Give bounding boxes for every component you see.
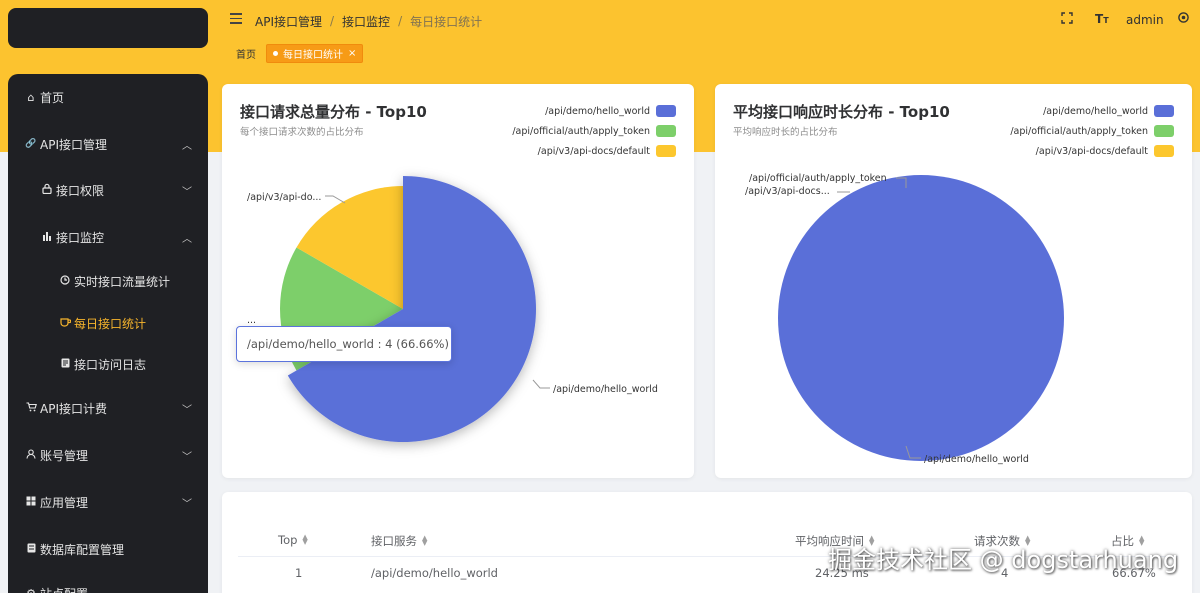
sidebar: ⌂ 首页 🔗 API接口管理 ︿ 接口权限 ﹀ 接口监控 ︿ 实时接口流量统计 … <box>8 74 208 593</box>
sidebar-item-label: 数据库配置管理 <box>40 542 125 557</box>
sidebar-item-label: 每日接口统计 <box>74 316 147 331</box>
tag-daily-stats-label: 每日接口统计 <box>283 50 343 61</box>
clock-icon <box>58 274 72 288</box>
menu-fold-icon[interactable] <box>230 13 242 25</box>
chevron-down-icon: ﹀ <box>182 404 192 416</box>
legend-item[interactable]: /api/v3/api-docs/default <box>1010 141 1174 161</box>
cup-icon <box>58 317 72 330</box>
sidebar-item-db-config[interactable]: 数据库配置管理 <box>8 531 208 567</box>
chart-legend: /api/demo/hello_world /api/official/auth… <box>1010 101 1174 161</box>
legend-swatch <box>1154 125 1174 137</box>
breadcrumb-api-management[interactable]: API接口管理 <box>255 13 322 30</box>
watermark: 掘金技术社区 @ dogstarhuang <box>828 546 1179 574</box>
card-title: 接口请求总量分布 - Top10 <box>240 103 427 121</box>
sidebar-item-access-log[interactable]: 接口访问日志 <box>8 346 208 382</box>
log-icon <box>58 358 72 371</box>
legend-swatch <box>1154 145 1174 157</box>
legend-swatch <box>1154 105 1174 117</box>
chevron-down-icon: ﹀ <box>182 451 192 463</box>
card-subtitle: 每个接口请求次数的占比分布 <box>240 127 364 138</box>
home-icon: ⌂ <box>27 90 35 104</box>
link-icon: 🔗 <box>25 139 37 149</box>
sidebar-item-label: API接口管理 <box>40 137 107 152</box>
legend-item[interactable]: /api/demo/hello_world <box>1010 101 1174 121</box>
sidebar-item-label: 应用管理 <box>40 495 89 510</box>
bar-chart-icon <box>40 231 54 244</box>
legend-item[interactable]: /api/official/auth/apply_token <box>512 121 676 141</box>
sidebar-item-account[interactable]: 账号管理 ﹀ <box>8 437 208 473</box>
breadcrumb: API接口管理 / 接口监控 / 每日接口统计 <box>255 13 483 30</box>
apps-icon <box>24 496 38 509</box>
legend-swatch <box>656 145 676 157</box>
sidebar-item-label: API接口计费 <box>40 401 107 416</box>
logo-area <box>8 8 208 48</box>
sidebar-item-home[interactable]: ⌂ 首页 <box>8 79 208 115</box>
sidebar-item-label: 账号管理 <box>40 448 89 463</box>
sidebar-item-label: 站点配置 <box>40 585 88 593</box>
breadcrumb-monitor[interactable]: 接口监控 <box>342 13 390 30</box>
table-cell-rank: 1 <box>295 566 303 580</box>
sidebar-item-daily-stats[interactable]: 每日接口统计 <box>8 305 208 341</box>
legend-item[interactable]: /api/v3/api-docs/default <box>512 141 676 161</box>
sidebar-item-label: 接口访问日志 <box>74 357 147 372</box>
sort-icon: ▲ ▼ <box>422 534 428 547</box>
legend-item[interactable]: /api/official/auth/apply_token <box>1010 121 1174 141</box>
sidebar-item-label: 首页 <box>40 90 65 105</box>
sidebar-item-api-monitor[interactable]: 接口监控 ︿ <box>8 219 208 255</box>
breadcrumb-current: 每日接口统计 <box>410 14 483 29</box>
chevron-down-icon: ﹀ <box>182 186 192 198</box>
sort-icon: ▲ ▼ <box>302 533 308 546</box>
sidebar-item-api-management[interactable]: 🔗 API接口管理 ︿ <box>8 126 208 162</box>
column-header-service[interactable]: 接口服务 ▲ ▼ <box>371 533 427 549</box>
user-icon <box>24 448 38 462</box>
sidebar-item-api-permission[interactable]: 接口权限 ﹀ <box>8 172 208 208</box>
sidebar-item-realtime-stats[interactable]: 实时接口流量统计 <box>8 263 208 299</box>
settings-icon: ⚙ <box>26 586 36 593</box>
request-distribution-card: 接口请求总量分布 - Top10 每个接口请求次数的占比分布 /api/demo… <box>222 84 694 478</box>
legend-item[interactable]: /api/demo/hello_world <box>512 101 676 121</box>
close-icon[interactable]: × <box>348 48 356 59</box>
settings-icon[interactable] <box>1177 11 1190 27</box>
sidebar-item-label: 接口权限 <box>56 183 105 198</box>
user-menu[interactable]: admin <box>1126 13 1164 27</box>
chart-legend: /api/demo/hello_world /api/official/auth… <box>512 101 676 161</box>
chevron-down-icon: ﹀ <box>182 498 192 510</box>
cart-icon <box>24 401 38 415</box>
tag-daily-stats[interactable]: 每日接口统计 × <box>266 44 364 63</box>
sidebar-item-label: 实时接口流量统计 <box>74 274 171 289</box>
legend-swatch <box>656 125 676 137</box>
chevron-up-icon: ︿ <box>182 140 192 152</box>
column-header-top[interactable]: Top ▲ ▼ <box>278 533 308 547</box>
fullscreen-icon[interactable] <box>1061 12 1073 27</box>
sidebar-item-api-billing[interactable]: API接口计费 ﹀ <box>8 390 208 426</box>
chart-tooltip: /api/demo/hello_world : 4 (66.66%) <box>236 326 452 362</box>
card-subtitle: 平均响应时长的占比分布 <box>733 127 838 138</box>
card-title: 平均接口响应时长分布 - Top10 <box>733 103 950 121</box>
legend-swatch <box>656 105 676 117</box>
active-dot-icon <box>273 51 278 56</box>
chevron-up-icon: ︿ <box>182 233 192 245</box>
sidebar-item-site-config[interactable]: ⚙ 站点配置 <box>8 575 208 593</box>
database-icon <box>24 543 38 556</box>
lock-icon <box>40 183 54 197</box>
response-time-card: 平均接口响应时长分布 - Top10 平均响应时长的占比分布 /api/demo… <box>715 84 1192 478</box>
tag-home[interactable]: 首页 <box>236 46 256 61</box>
font-size-icon[interactable]: TT <box>1095 12 1109 26</box>
sidebar-item-label: 接口监控 <box>56 230 105 245</box>
sidebar-item-app-management[interactable]: 应用管理 ﹀ <box>8 484 208 520</box>
table-cell-service: /api/demo/hello_world <box>371 566 498 580</box>
